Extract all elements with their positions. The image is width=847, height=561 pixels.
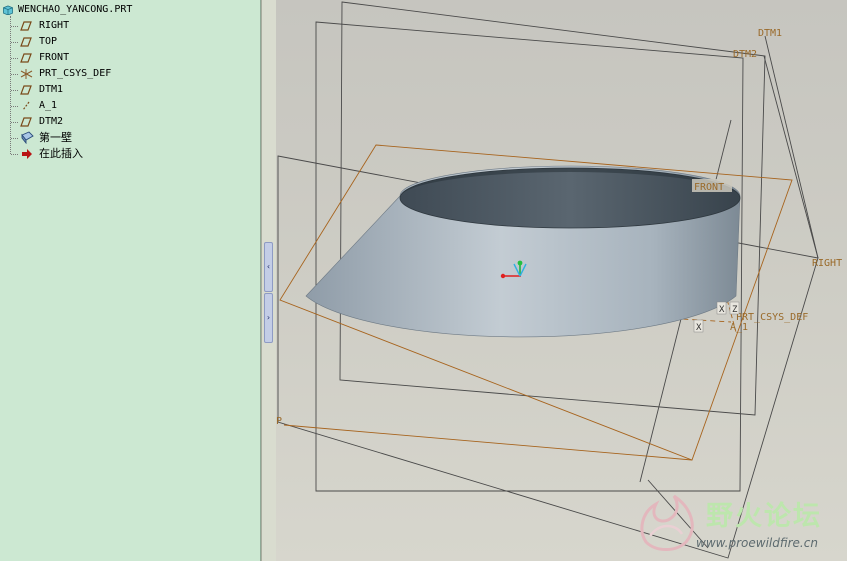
csys-x-label: X (719, 305, 725, 315)
top-plane-label: P (276, 416, 282, 427)
tree-item-label: 第一壁 (39, 131, 72, 144)
graphics-viewport[interactable]: DTM1 DTM2 FRONT RIGHT PRT_CSYS_DEF A_1 P… (276, 0, 847, 561)
tree-connector (10, 16, 11, 154)
datum-plane-icon (20, 117, 32, 127)
expand-tree-button[interactable]: › (264, 293, 273, 343)
watermark-url: www.proewildfire.cn (696, 536, 818, 550)
axis-label: A_1 (730, 322, 748, 333)
watermark-title: 野火论坛 (706, 501, 822, 532)
tree-root-label: WENCHAO_YANCONG.PRT (18, 4, 133, 15)
datum-edge-line (764, 35, 819, 259)
datum-edge-line (763, 55, 819, 259)
panel-splitter[interactable]: ‹ › (261, 0, 277, 561)
wall-feature-icon (21, 131, 34, 144)
collapse-tree-button[interactable]: ‹ (264, 242, 273, 292)
right-label: RIGHT (812, 258, 842, 269)
tree-item-label: 在此插入 (39, 147, 83, 160)
csys-z-label: Z (732, 305, 738, 315)
fire-logo-icon (640, 494, 694, 551)
model-tree-panel: WENCHAO_YANCONG.PRT RIGHT TOP FRONT PRT_… (0, 0, 261, 561)
tree-item-label: DTM2 (39, 116, 64, 127)
dtm1-label: DTM1 (758, 28, 782, 39)
datum-axis-icon (22, 101, 30, 111)
axis-x-label: X (696, 323, 702, 333)
datum-plane-icon (20, 37, 32, 47)
datum-plane-icon (20, 85, 32, 95)
front-label: FRONT (694, 182, 724, 193)
tree-item-label: TOP (39, 36, 58, 47)
datum-plane-icon (20, 21, 32, 31)
tree-item-label: PRT_CSYS_DEF (39, 68, 112, 79)
insert-here-arrow-icon (22, 149, 32, 159)
dtm2-label: DTM2 (733, 49, 757, 60)
watermark: 野火论坛 www.proewildfire.cn (636, 492, 842, 556)
tree-item-label: RIGHT (39, 20, 70, 31)
datum-plane-icon (20, 53, 32, 63)
model-canvas: DTM1 DTM2 FRONT RIGHT PRT_CSYS_DEF A_1 P… (276, 1, 842, 559)
part-icon (3, 5, 13, 15)
coordinate-system-icon (20, 69, 33, 79)
tree-item-label: A_1 (39, 100, 58, 111)
tree-item-label: FRONT (39, 52, 70, 63)
tree-item-label: DTM1 (39, 84, 64, 95)
wall-feature-solid (305, 165, 741, 338)
